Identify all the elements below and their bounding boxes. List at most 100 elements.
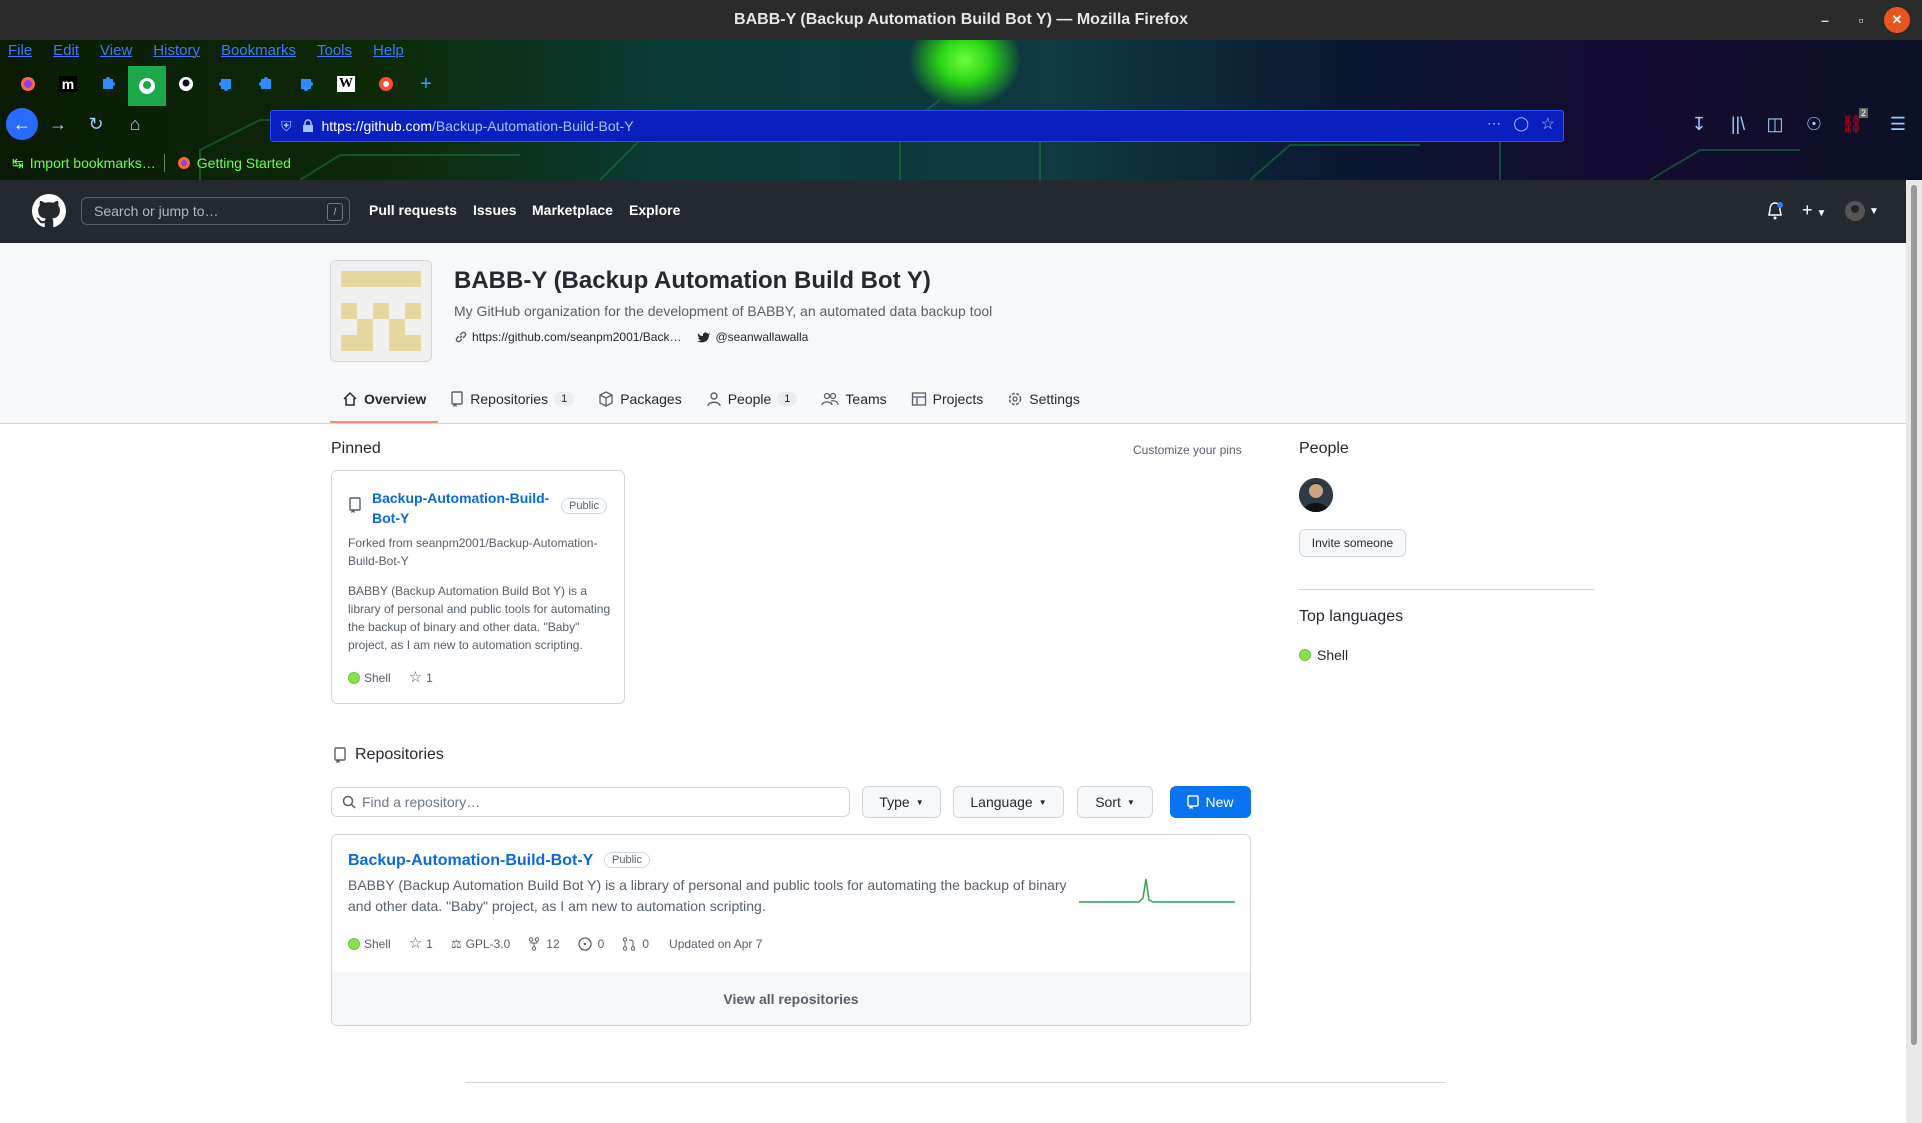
tab-packages[interactable]: Packages	[586, 377, 693, 421]
menu-edit[interactable]: Edit	[53, 42, 79, 64]
repo-name-link[interactable]: Backup-Automation-Build-Bot-Y	[348, 852, 593, 870]
issue-icon[interactable]	[578, 937, 592, 951]
new-tab-button[interactable]: +	[406, 68, 446, 100]
pocket-icon[interactable]: ◯	[1513, 115, 1529, 132]
repo-stars[interactable]: 1	[426, 935, 433, 953]
tab-brave[interactable]	[366, 68, 406, 100]
pinned-stars[interactable]: 1	[426, 669, 433, 687]
org-header: BABB-Y (Backup Automation Build Bot Y) M…	[0, 243, 1906, 424]
minimize-button[interactable]: –	[1812, 7, 1838, 33]
bookmark-getting-started-label: Getting Started	[196, 155, 291, 171]
desc-line: BABBY (Backup Automation Build Bot Y) is…	[348, 584, 588, 598]
tab-m[interactable]: m	[48, 68, 88, 100]
scrollbar-thumb[interactable]	[1911, 185, 1917, 1045]
people-heading: People	[1299, 440, 1349, 457]
nav-issues[interactable]: Issues	[473, 202, 517, 218]
org-twitter-link[interactable]: @seanwallawalla	[715, 330, 808, 344]
nav-pull-requests[interactable]: Pull requests	[369, 202, 457, 218]
pinned-repo-description: BABBY (Backup Automation Build Bot Y) is…	[348, 582, 610, 654]
forward-button[interactable]: →	[44, 110, 72, 138]
url-bar[interactable]: ⛨ https://github.com/Backup-Automation-B…	[270, 110, 1564, 142]
tab-github[interactable]	[166, 68, 206, 100]
sidebar-button[interactable]: ◫	[1761, 110, 1789, 138]
repo-issues[interactable]: 0	[598, 935, 605, 953]
bookmark-getting-started[interactable]: Getting Started	[177, 155, 291, 171]
org-website-link[interactable]: https://github.com/seanpm2001/Back…	[472, 330, 681, 344]
top-language-label: Shell	[1317, 647, 1349, 663]
back-button[interactable]: ←	[6, 108, 38, 140]
tab-firefox[interactable]	[8, 68, 48, 100]
downloads-button[interactable]: ↧	[1685, 110, 1713, 138]
pull-request-icon[interactable]	[622, 937, 636, 951]
nav-marketplace[interactable]: Marketplace	[532, 202, 613, 218]
maximize-button[interactable]: ▫	[1848, 7, 1874, 33]
new-repository-button[interactable]: New	[1170, 786, 1251, 818]
github-icon	[138, 77, 156, 95]
menu-help[interactable]: Help	[373, 42, 404, 64]
tab-projects[interactable]: Projects	[899, 377, 996, 421]
tab-extension-4[interactable]	[286, 68, 326, 100]
repo-icon	[1187, 795, 1200, 809]
more-icon[interactable]: ⋯	[1487, 115, 1501, 132]
tab-teams[interactable]: Teams	[809, 377, 898, 421]
tab-teams-label: Teams	[845, 391, 887, 407]
bookmark-star-icon[interactable]: ☆	[1541, 114, 1555, 134]
activity-sparkline	[1079, 878, 1235, 903]
tab-repositories[interactable]: Repositories 1	[438, 377, 586, 421]
language-filter-button[interactable]: Language ▼	[953, 786, 1064, 818]
tab-github-active[interactable]	[128, 66, 166, 106]
tab-strip: m W +	[8, 66, 446, 106]
tab-extension-3[interactable]	[246, 68, 286, 100]
tab-settings[interactable]: Settings	[995, 377, 1092, 421]
app-menu-button[interactable]: ☰	[1884, 110, 1912, 138]
tab-wikipedia[interactable]: W	[326, 68, 366, 100]
arrow-left-icon: ←	[13, 113, 31, 134]
customize-pins-link[interactable]: Customize your pins	[1133, 443, 1242, 457]
reload-button[interactable]: ↻	[82, 110, 110, 138]
page-scrollbar[interactable]	[1906, 180, 1922, 1123]
desc-line: library of personal and public tools for…	[348, 602, 611, 616]
find-repository-input[interactable]: Find a repository…	[331, 787, 850, 817]
repo-forks[interactable]: 12	[546, 935, 559, 953]
star-icon[interactable]: ☆	[409, 669, 422, 687]
repo-pulls[interactable]: 0	[642, 935, 649, 953]
user-menu-button[interactable]: ▼	[1845, 201, 1879, 221]
fork-icon[interactable]	[528, 937, 540, 951]
nav-explore[interactable]: Explore	[629, 202, 680, 218]
tab-extension-2[interactable]	[206, 68, 246, 100]
github-logo-icon[interactable]	[32, 194, 66, 228]
notifications-button[interactable]	[1767, 202, 1783, 220]
tab-extension-1[interactable]	[88, 68, 128, 100]
menu-bookmarks[interactable]: Bookmarks	[221, 42, 296, 64]
tab-overview[interactable]: Overview	[330, 377, 439, 423]
tab-people[interactable]: People 1	[694, 377, 810, 421]
github-search-input[interactable]: Search or jump to… /	[81, 197, 350, 225]
view-all-repositories-link[interactable]: View all repositories	[332, 972, 1250, 1025]
new-tab-icon: +	[420, 72, 432, 95]
sort-button[interactable]: Sort ▼	[1077, 786, 1153, 818]
pinned-repo-name[interactable]: Backup-Automation-Build- Bot-Y	[372, 488, 549, 528]
create-new-button[interactable]: + ▼	[1802, 200, 1826, 221]
puzzle-icon	[298, 76, 314, 92]
org-description: My GitHub organization for the developme…	[454, 303, 993, 319]
caret-down-icon: ▼	[915, 797, 924, 807]
ublock-button[interactable]: ⛓ 2	[1838, 108, 1868, 138]
desc-line: project, as I am new to automation scrip…	[348, 638, 583, 652]
star-icon[interactable]: ☆	[409, 935, 422, 953]
avatar[interactable]	[1299, 478, 1333, 512]
top-language-item[interactable]: Shell	[1299, 647, 1348, 663]
menu-file[interactable]: File	[8, 42, 32, 64]
account-button[interactable]: ☉	[1800, 110, 1828, 138]
shield-icon: ⛨	[281, 117, 292, 134]
menu-view[interactable]: View	[100, 42, 132, 64]
url-path: /Backup-Automation-Build-Bot-Y	[432, 118, 634, 134]
menu-tools[interactable]: Tools	[317, 42, 352, 64]
home-button[interactable]: ⌂	[121, 110, 149, 138]
bookmark-import[interactable]: ↹ Import bookmarks…	[12, 155, 156, 172]
library-button[interactable]: ||\	[1724, 110, 1752, 138]
close-button[interactable]: ✕	[1884, 7, 1910, 33]
bookmarks-toolbar: ↹ Import bookmarks… Getting Started	[0, 148, 291, 178]
type-filter-button[interactable]: Type ▼	[862, 786, 941, 818]
invite-someone-button[interactable]: Invite someone	[1299, 529, 1406, 557]
menu-history[interactable]: History	[153, 42, 200, 64]
